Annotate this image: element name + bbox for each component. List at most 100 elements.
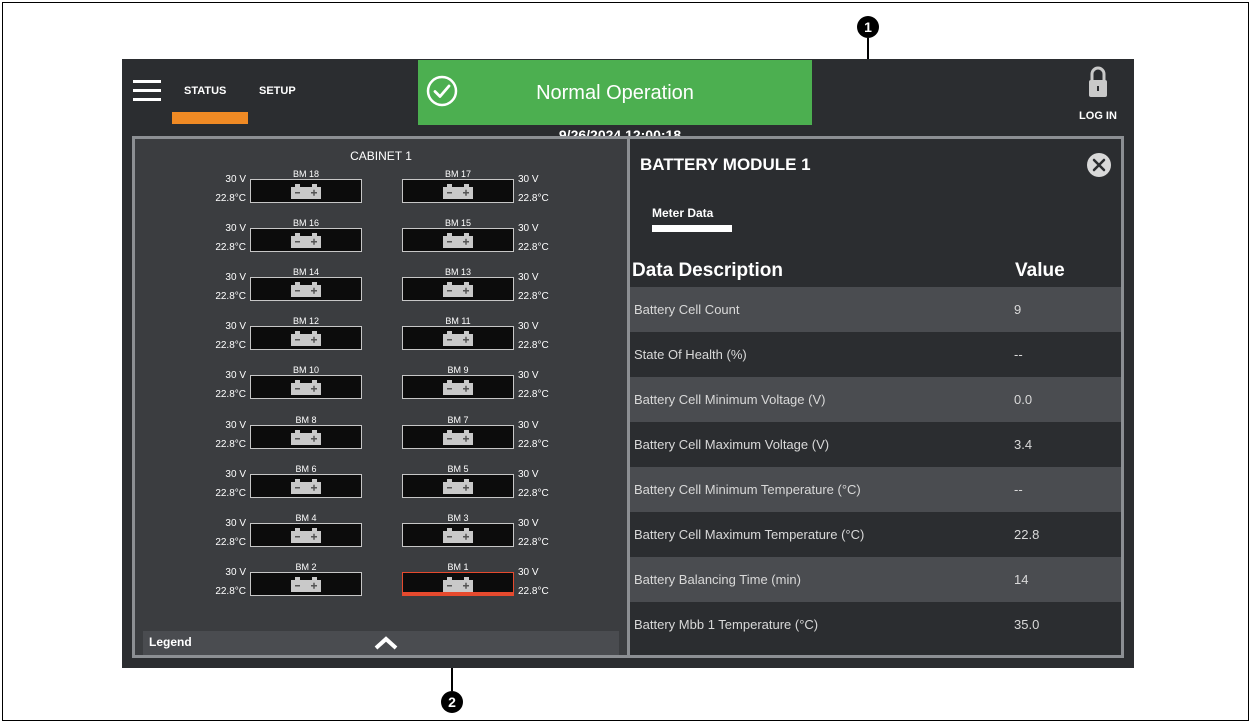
battery-module[interactable]: BM 18 (250, 169, 362, 205)
battery-module-temperature: 22.8°C (518, 536, 549, 548)
battery-icon (443, 282, 473, 298)
battery-module-tile[interactable] (250, 375, 362, 400)
battery-module-label: BM 17 (444, 169, 471, 179)
battery-module-label: BM 3 (447, 512, 469, 523)
row-description: Battery Cell Maximum Temperature (°C) (634, 527, 865, 542)
battery-icon (443, 331, 473, 347)
battery-module[interactable]: BM 11 (402, 316, 514, 352)
battery-icon (291, 331, 321, 347)
battery-module[interactable]: BM 13 (402, 267, 514, 303)
battery-module-tile[interactable] (402, 424, 514, 449)
battery-module-label: BM 16 (292, 218, 319, 229)
battery-module[interactable]: BM 1 (402, 562, 514, 598)
module-title: BATTERY MODULE 1 (640, 155, 811, 174)
battery-module[interactable]: BM 10 (250, 365, 362, 401)
row-value: 35.0 (1014, 617, 1040, 632)
battery-module[interactable]: BM 12 (250, 316, 362, 352)
lock-icon (1089, 66, 1107, 97)
battery-module-temperature: 22.8°C (215, 340, 246, 352)
battery-module-temperature: 22.8°C (215, 193, 246, 204)
tab-status[interactable]: STATUS (184, 85, 226, 97)
battery-module-label: BM 11 (445, 316, 471, 327)
battery-module-temperature: 22.8°C (215, 389, 246, 401)
battery-module[interactable]: BM 15 (402, 218, 514, 254)
battery-module[interactable]: BM 17 (402, 169, 514, 205)
battery-module[interactable]: BM 4 (250, 513, 362, 549)
login-label: LOG IN (1079, 110, 1117, 122)
row-value: -- (1014, 347, 1023, 362)
battery-icon (291, 282, 321, 298)
battery-module-tile[interactable] (250, 179, 362, 203)
battery-module-tile[interactable] (250, 522, 362, 547)
battery-module-label: BM 5 (447, 463, 469, 474)
battery-icon (291, 429, 321, 445)
battery-module-voltage: 30 V (225, 419, 246, 431)
battery-module-temperature: 22.8°C (215, 536, 246, 548)
battery-module[interactable]: BM 8 (250, 415, 362, 451)
battery-module[interactable]: BM 9 (402, 365, 514, 401)
battery-module[interactable]: BM 16 (250, 218, 362, 254)
battery-module-voltage: 30 V (225, 370, 246, 382)
battery-icon (443, 527, 473, 543)
battery-module-tile[interactable] (250, 473, 362, 498)
battery-module[interactable]: BM 6 (250, 464, 362, 500)
battery-icon (291, 233, 321, 249)
meter-data-table: Battery Cell Count 9 State Of Health (%) --… (630, 287, 1121, 647)
status-banner: Normal Operation (418, 60, 812, 125)
close-icon[interactable] (1085, 151, 1113, 179)
battery-module-temperature: 22.8°C (518, 585, 549, 597)
battery-icon (443, 429, 473, 445)
battery-module-tile[interactable] (250, 571, 362, 596)
chevron-up-icon (374, 636, 398, 650)
battery-module-tile[interactable] (250, 277, 362, 302)
battery-icon (291, 527, 321, 543)
battery-module-voltage: 30 V (225, 517, 246, 529)
battery-module-tile[interactable] (402, 277, 514, 302)
battery-module-label: BM 6 (295, 463, 317, 474)
row-description: Battery Cell Minimum Temperature (°C) (634, 482, 861, 497)
battery-module[interactable]: BM 3 (402, 513, 514, 549)
battery-module-tile[interactable] (402, 326, 514, 351)
row-description: Battery Cell Maximum Voltage (V) (634, 437, 830, 452)
legend-bar[interactable]: Legend (143, 631, 619, 655)
device-screen: STATUS SETUP Normal Operation LOG IN 9/2… (122, 59, 1134, 668)
table-row: Battery Cell Minimum Voltage (V) 0.0 (630, 377, 1121, 422)
battery-module-tile[interactable] (250, 228, 362, 253)
active-tab-indicator (172, 112, 248, 124)
battery-module-voltage: 30 V (518, 370, 539, 382)
battery-module-label: BM 12 (292, 316, 319, 327)
battery-module-tile[interactable] (402, 375, 514, 400)
battery-module-voltage: 30 V (518, 566, 539, 578)
battery-module-tile[interactable] (402, 179, 514, 203)
row-description: Battery Mbb 1 Temperature (°C) (634, 617, 819, 632)
battery-module-tile[interactable] (402, 473, 514, 498)
battery-module-voltage: 30 V (225, 566, 246, 578)
battery-module-tile[interactable] (250, 326, 362, 351)
battery-module-tile[interactable] (402, 571, 514, 596)
battery-module-label: BM 7 (447, 414, 469, 425)
battery-module-voltage: 30 V (518, 419, 539, 431)
battery-module-tile[interactable] (402, 522, 514, 547)
cabinet-title: CABINET 1 (350, 149, 412, 163)
battery-module[interactable]: BM 14 (250, 267, 362, 303)
battery-module-tile[interactable] (250, 424, 362, 449)
battery-module-voltage: 30 V (225, 272, 246, 284)
battery-module-label: BM 8 (295, 414, 317, 425)
battery-module-label: BM 10 (292, 365, 319, 376)
row-value: 0.0 (1014, 392, 1033, 407)
tab-meter-data[interactable]: Meter Data (652, 206, 713, 220)
battery-module[interactable]: BM 5 (402, 464, 514, 500)
login-button[interactable]: LOG IN (1072, 61, 1124, 123)
battery-icon (443, 478, 473, 494)
battery-module-tile[interactable] (402, 228, 514, 253)
battery-module-temperature: 22.8°C (518, 438, 549, 450)
callout-2: 2 (441, 691, 463, 713)
battery-icon (443, 576, 473, 592)
menu-icon[interactable] (133, 80, 161, 102)
battery-module[interactable]: BM 7 (402, 415, 514, 451)
table-row: State Of Health (%) -- (630, 332, 1121, 377)
content-area: CABINET 1 BM 18 30 V 22.8°C BM 17 30 V 22.8°C… (132, 136, 1124, 658)
tab-setup[interactable]: SETUP (259, 85, 296, 97)
battery-module-temperature: 22.8°C (215, 242, 246, 254)
battery-module[interactable]: BM 2 (250, 562, 362, 598)
